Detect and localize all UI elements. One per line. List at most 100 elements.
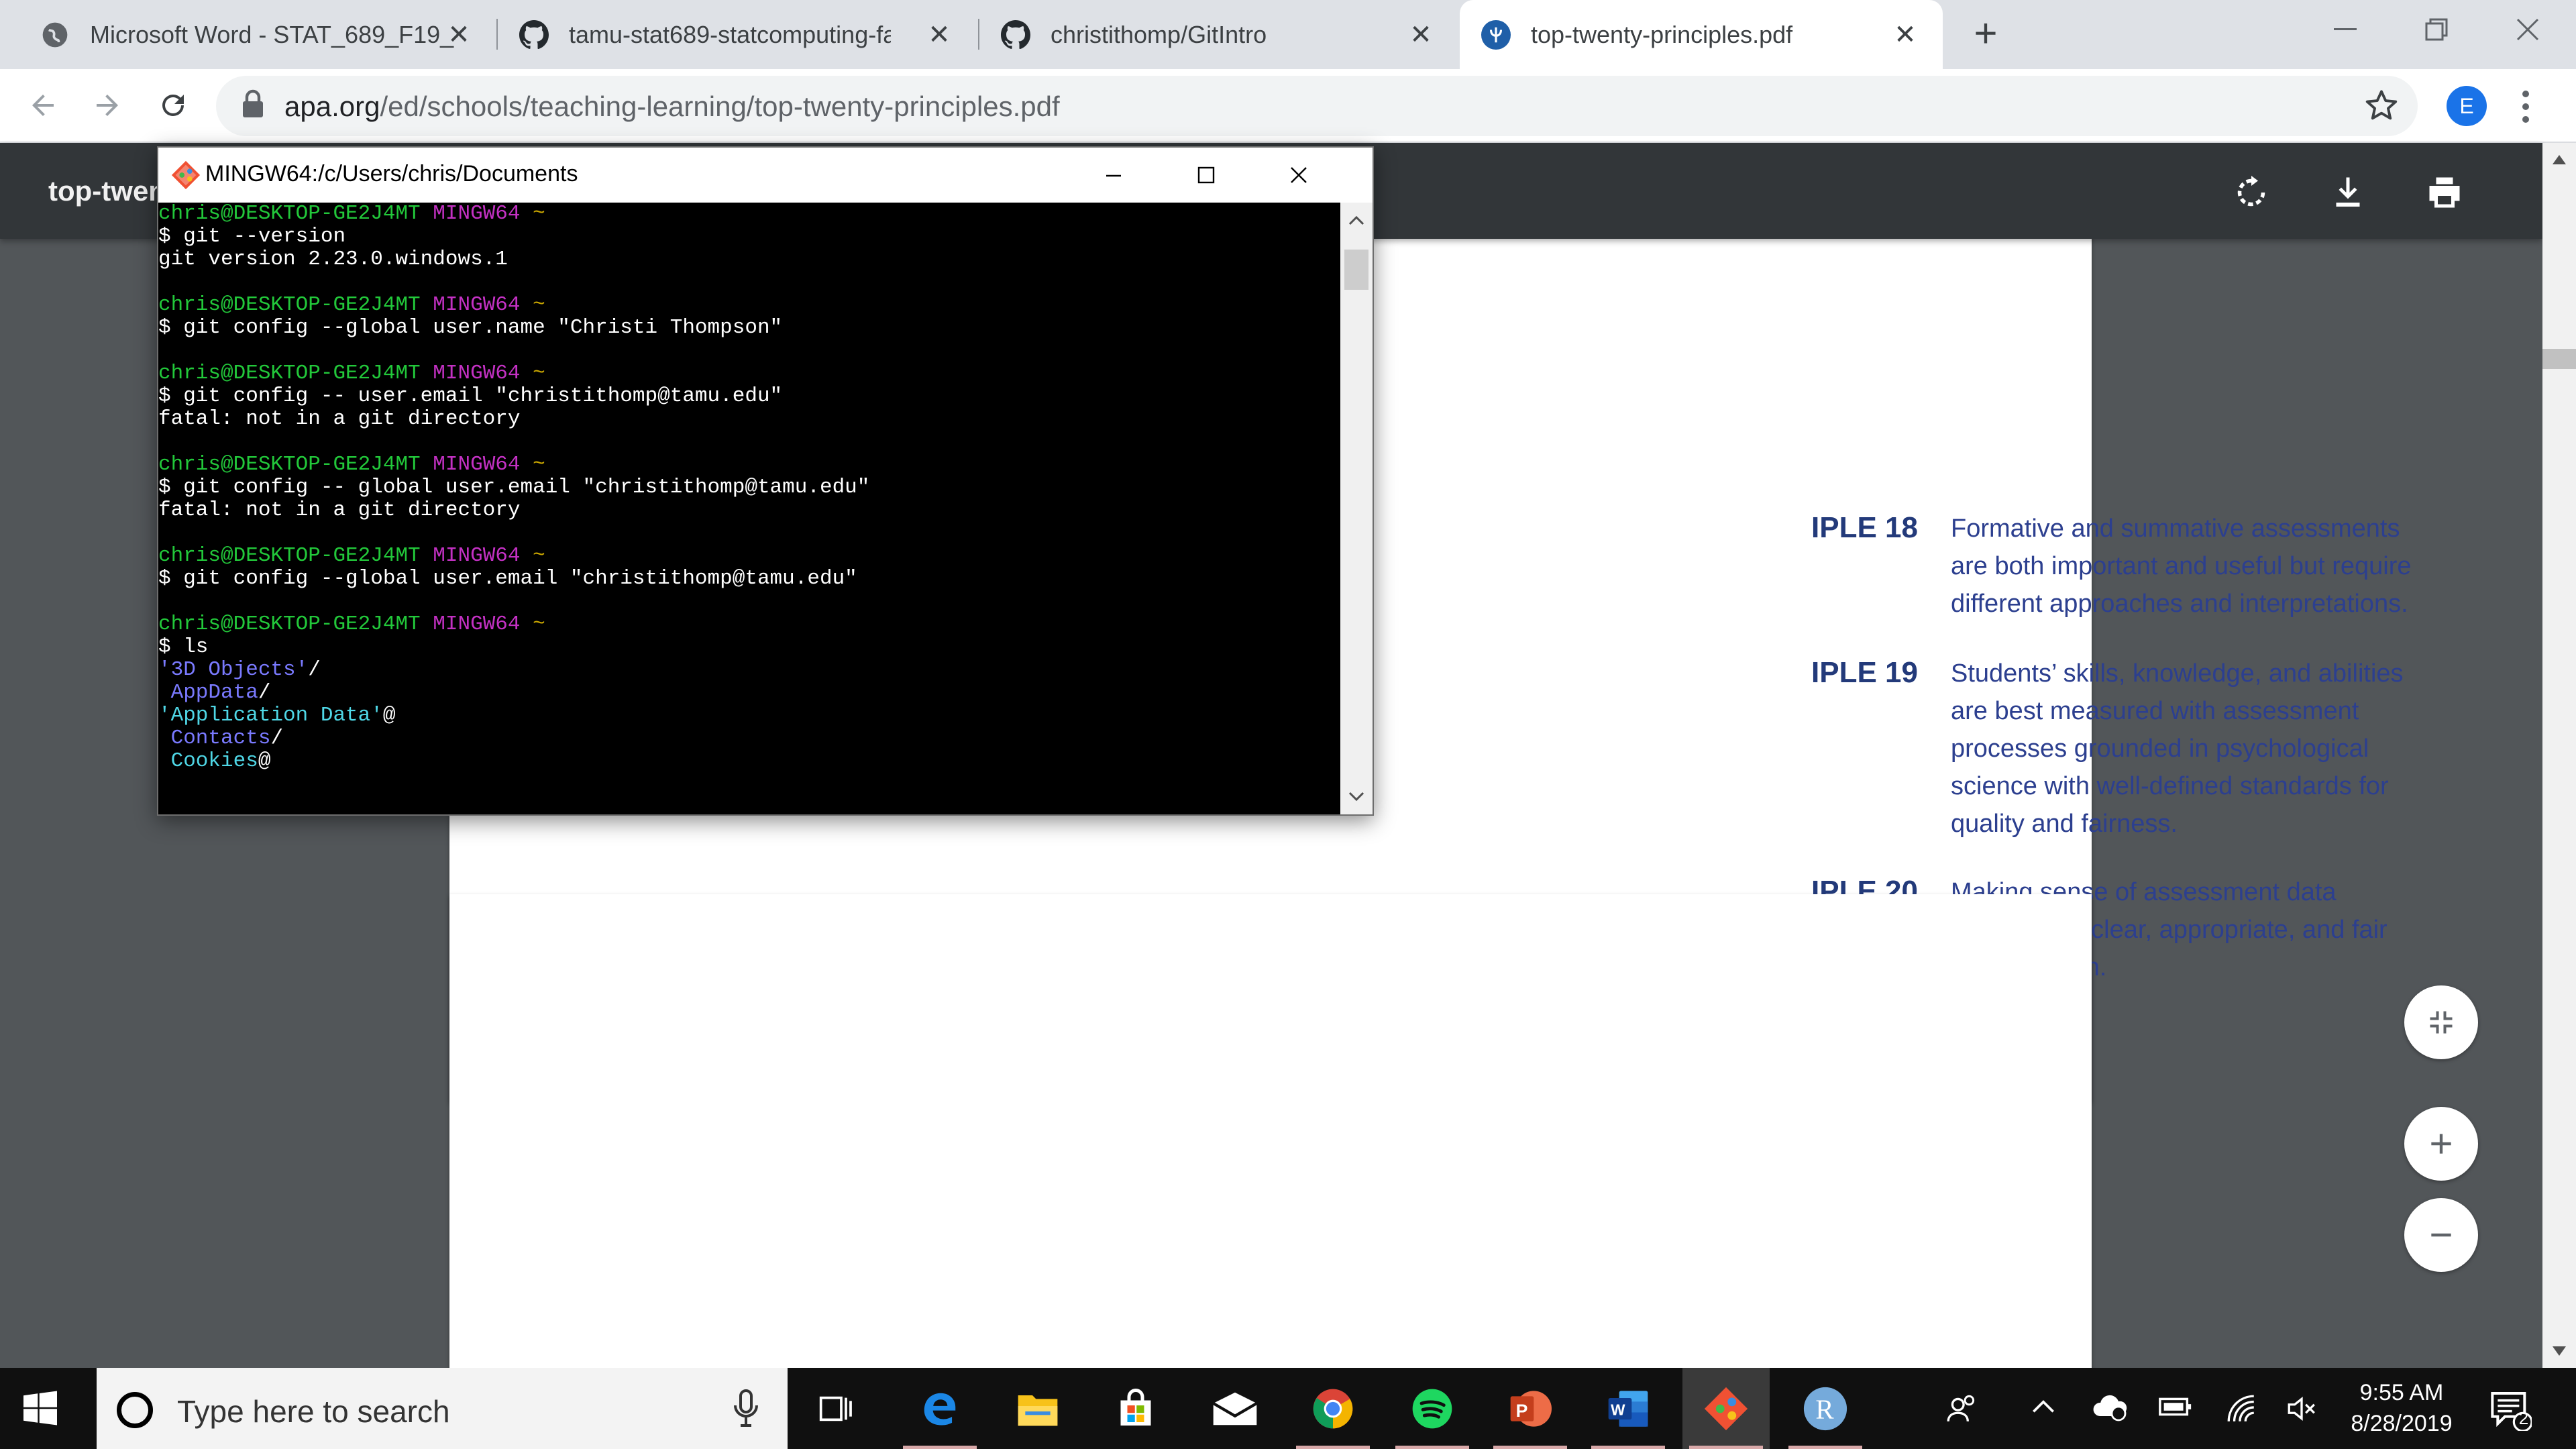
zoom-out-button[interactable] [2404,1198,2478,1272]
restore-icon[interactable] [2410,9,2463,50]
terminal-text-segment: ~ [533,362,545,385]
edge-icon[interactable] [896,1368,983,1449]
text-line: are both important and useful but requir… [1951,552,2412,580]
chevron-up-icon[interactable] [2029,1392,2058,1428]
taskbar-search-box[interactable]: Type here to search [97,1368,788,1449]
fit-page-icon [2430,1011,2453,1034]
terminal-line: chris@DESKTOP-GE2J4MT MINGW64 ~ [158,362,1340,385]
close-icon[interactable]: ✕ [444,20,474,50]
onedrive-icon[interactable] [2092,1392,2129,1428]
close-icon[interactable]: ✕ [924,20,954,50]
text-line: Formative and summative assessments [1951,515,2400,543]
principle-text: Formative and summative assessments are … [1951,510,2461,623]
people-icon[interactable] [1945,1392,1979,1432]
kebab-menu-icon[interactable] [2521,89,2530,127]
terminal-line: $ git config -- global user.email "chris… [158,476,1340,499]
terminal-text-segment: MINGW64 [433,203,533,225]
scroll-down-icon[interactable] [1348,792,1364,802]
r-icon[interactable]: R [1782,1368,1869,1449]
powerpoint-icon[interactable]: P [1487,1368,1574,1449]
terminal-line [158,271,1340,294]
tab-pdf-active[interactable]: top-twenty-principles.pdf ✕ [1460,0,1943,69]
minimize-icon[interactable] [1093,157,1134,193]
terminal-line [158,522,1340,545]
chrome-icon[interactable] [1289,1368,1377,1449]
tab-title: christithomp/GitIntro [1051,20,1267,48]
lock-icon[interactable] [241,89,264,122]
git-icon [170,160,201,194]
file-explorer-icon[interactable] [994,1368,1081,1449]
clock-time: 9:55 AM [2359,1380,2444,1405]
rotate-icon[interactable] [2231,172,2271,213]
terminal-text-segment: chris@DESKTOP-GE2J4MT [158,612,433,636]
taskbar-clock[interactable]: 9:55 AM 8/28/2019 [2341,1377,2462,1439]
terminal-titlebar[interactable]: MINGW64:/c/Users/chris/Documents [158,148,1373,203]
text-line: Students’ skills, knowledge, and abiliti… [1951,659,2404,688]
terminal-output[interactable]: chris@DESKTOP-GE2J4MT MINGW64 ~ $ git --v… [158,203,1340,814]
spotify-icon[interactable] [1389,1368,1476,1449]
task-view-icon[interactable] [793,1368,880,1449]
terminal-text-segment: '3D Objects' [158,658,309,682]
scroll-up-icon[interactable] [2553,155,2566,164]
wifi-icon[interactable] [2224,1392,2258,1432]
reload-icon[interactable] [152,84,195,127]
download-icon[interactable] [2328,172,2368,213]
text-line: are best measured with assessment [1951,697,2359,725]
terminal-text-segment: chris@DESKTOP-GE2J4MT [158,293,433,317]
back-icon[interactable] [21,84,64,127]
volume-muted-icon[interactable] [2285,1392,2318,1432]
terminal-line: $ git config --global user.email "christ… [158,568,1340,590]
terminal-text-segment: ~ [533,612,545,636]
tab-github-repo[interactable]: tamu-stat689-statcomputing-fall ✕ [498,0,977,69]
terminal-window[interactable]: MINGW64:/c/Users/chris/Documents chris@D… [157,146,1374,816]
close-window-icon[interactable] [2501,9,2555,50]
github-icon [519,19,549,50]
windows-start-icon[interactable] [20,1388,60,1432]
terminal-text-segment: MINGW64 [433,362,533,385]
terminal-text-segment: $ git config -- global user.email "chris… [158,476,870,499]
close-icon[interactable]: ✕ [1890,20,1920,50]
github-icon [1001,19,1030,50]
notification-center-icon[interactable]: 2 [2489,1388,2533,1438]
minimize-icon[interactable] [2318,9,2372,50]
print-icon[interactable] [2424,172,2465,213]
zoom-in-button[interactable] [2404,1107,2478,1181]
battery-icon[interactable] [2157,1392,2194,1428]
page-scrollbar[interactable] [2542,143,2576,1368]
terminal-line: Contacts/ [158,727,1340,750]
bookmark-star-icon[interactable] [2364,88,2399,126]
forward-icon[interactable] [86,84,129,127]
close-icon[interactable] [1279,157,1319,193]
scroll-up-icon[interactable] [1348,215,1364,225]
fit-to-page-button[interactable] [2404,985,2478,1059]
word-icon[interactable]: W [1585,1368,1672,1449]
windows-taskbar: Type here to search P W R 9:55 AM 8/28/2… [0,1368,2576,1449]
svg-text:R: R [1815,1394,1834,1424]
tab-word[interactable]: Microsoft Word - STAT_689_F19_ ✕ [0,0,496,69]
terminal-text-segment: $ git config --global user.name "Christi… [158,316,783,339]
tab-gitintro[interactable]: christithomp/GitIntro ✕ [979,0,1458,69]
new-tab-button[interactable]: + [1966,13,2006,55]
git-bash-icon[interactable] [1682,1368,1770,1449]
maximize-icon[interactable] [1186,157,1226,193]
microphone-icon[interactable] [733,1389,759,1430]
principle-text: Students’ skills, knowledge, and abiliti… [1951,655,2461,843]
close-icon[interactable]: ✕ [1406,20,1436,50]
svg-text:W: W [1611,1401,1625,1418]
terminal-text-segment: Cookies [158,749,258,773]
url-path: /ed/schools/teaching-learning/top-twenty… [380,91,1060,122]
url-text[interactable]: apa.org/ed/schools/teaching-learning/top… [284,91,1060,123]
store-icon[interactable] [1092,1368,1179,1449]
mail-icon[interactable] [1191,1368,1279,1449]
text-line: different approaches and interpretations… [1951,590,2408,618]
running-indicator [1788,1446,1862,1449]
terminal-scrollbar[interactable] [1340,203,1373,814]
profile-avatar[interactable]: E [2447,86,2487,126]
scroll-down-icon[interactable] [2553,1346,2566,1356]
scrollbar-thumb[interactable] [2542,349,2576,369]
scrollbar-thumb[interactable] [1344,250,1368,290]
